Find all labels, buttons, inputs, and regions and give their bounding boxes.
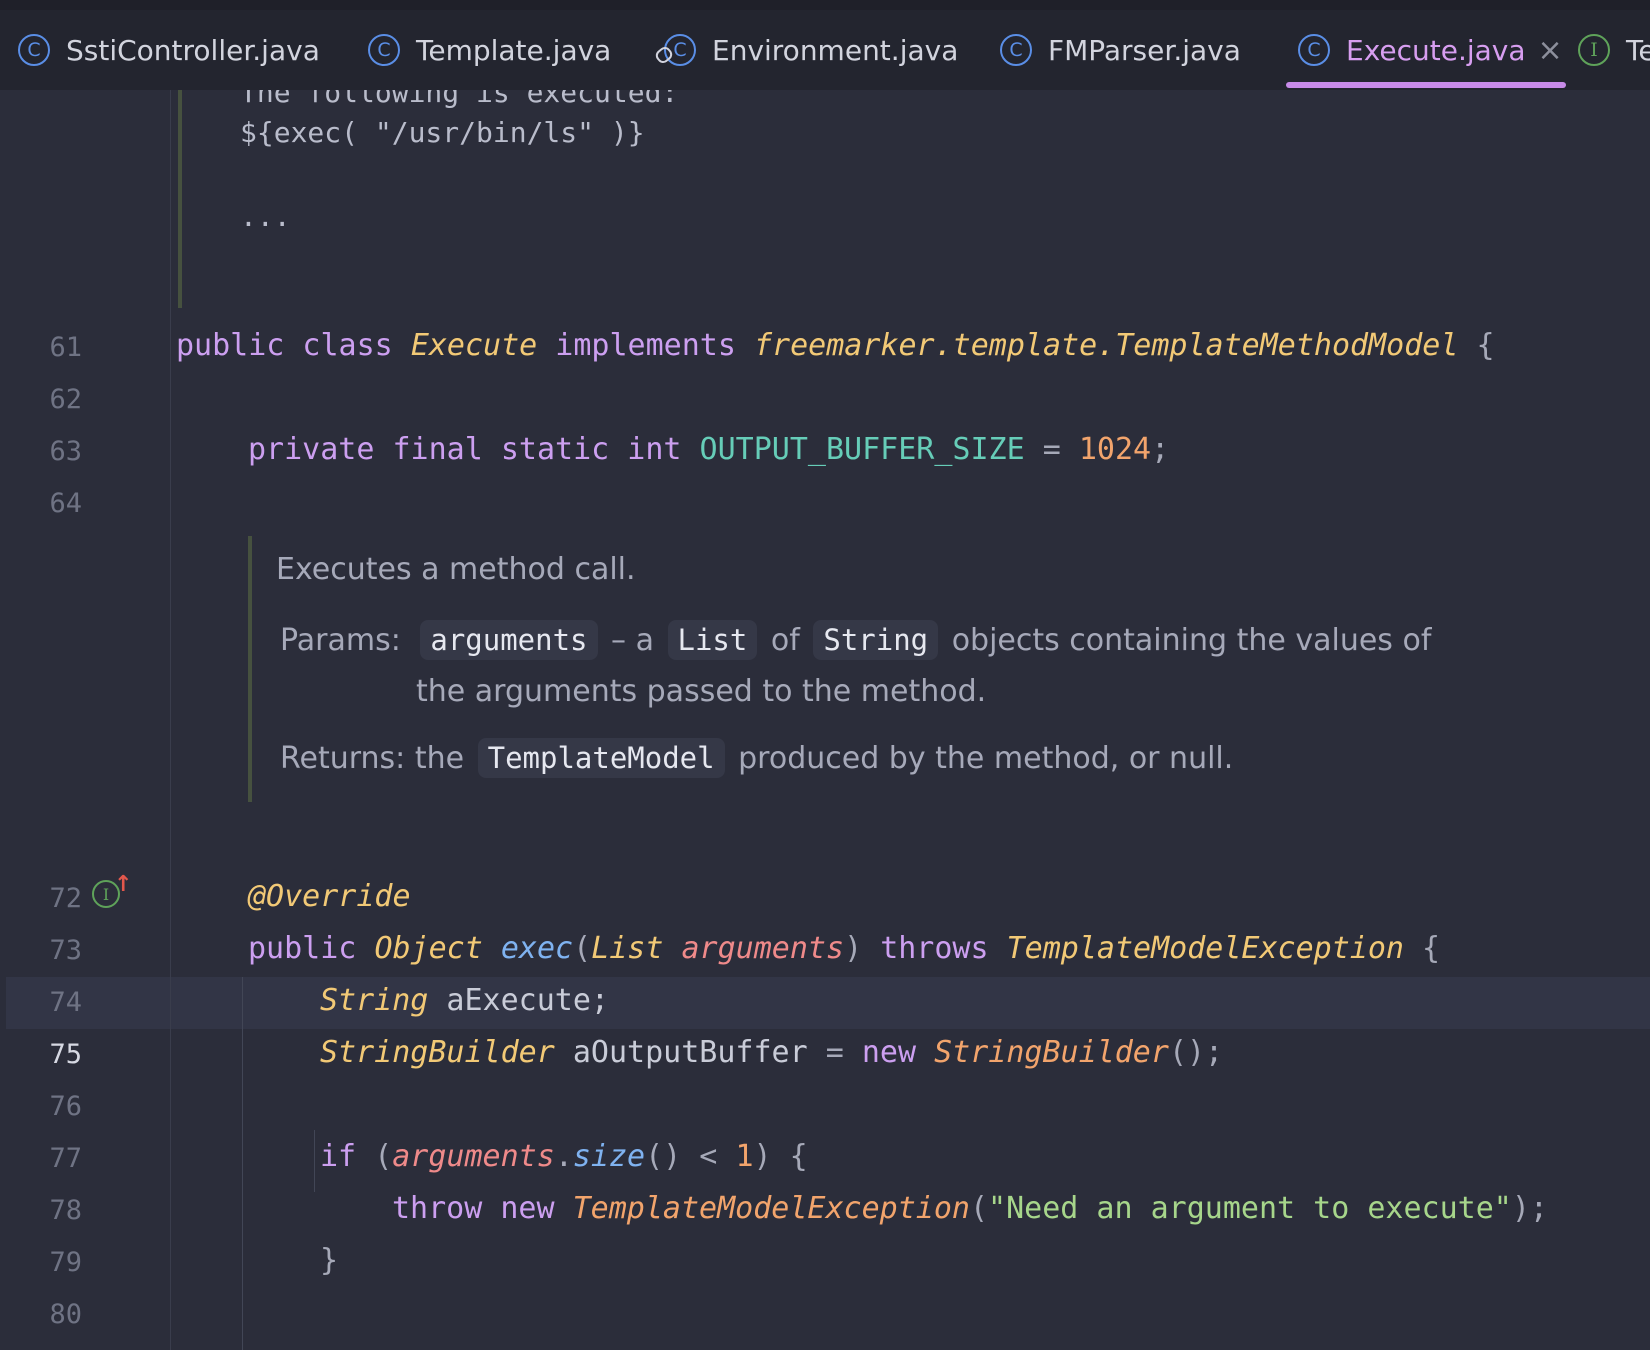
line-number: 77 [49,1143,82,1174]
tab-label: Environment.java [712,33,959,67]
code-line-77[interactable]: 77 if (arguments.size() < 1) { [0,1133,1650,1185]
javadoc-params-cont: the arguments passed to the method. [416,674,987,709]
line-number: 80 [49,1299,82,1330]
code-text: private final static int OUTPUT_BUFFER_S… [248,432,1170,467]
class-icon: C [1298,34,1330,66]
code-text: public class Execute implements freemark… [176,328,1495,363]
code-line-73[interactable]: 73 public Object exec(List arguments) th… [0,925,1650,977]
line-number: 79 [49,1247,82,1278]
code-editor[interactable]: The following is executed: ${exec( "/usr… [0,90,1650,1350]
class-icon: C [18,34,50,66]
line-number: 73 [49,935,82,966]
line-number: 63 [49,436,82,467]
code-text: } [320,1243,339,1278]
tab-label: SstiController.java [66,33,320,67]
doc-comment-line: ${exec( "/usr/bin/ls" )} [240,116,645,149]
class-icon-wrap: C [653,34,712,66]
class-icon: C [368,34,400,66]
code-chip: String [813,620,939,660]
class-icon: C [1000,34,1032,66]
tab-template-java[interactable]: C Template.java [368,12,611,88]
code-chip: TemplateModel [477,738,725,778]
tab-label: Execute.java [1346,33,1526,67]
code-line-61[interactable]: 61 public class Execute implements freem… [0,322,1650,374]
line-number: 64 [49,488,82,519]
code-line-64[interactable]: 64 [0,478,1650,530]
tab-sticontroller-java[interactable]: C SstiController.java [18,12,320,88]
line-number: 78 [49,1195,82,1226]
code-chip: List [667,620,758,660]
javadoc-params: Params: arguments – a List of String obj… [280,620,1431,660]
line-number: 61 [49,332,82,363]
code-text: StringBuilder aOutputBuffer = new String… [320,1035,1224,1070]
line-number: 72 [49,883,82,914]
title-strip [0,0,1650,10]
code-line-62[interactable]: 62 [0,374,1650,426]
line-number: 74 [49,987,82,1018]
doc-comment-line: ... [240,200,291,233]
code-text: String aExecute; [320,983,609,1018]
code-line-72[interactable]: 72 @Override [0,873,1650,925]
code-text: public Object exec(List arguments) throw… [248,931,1441,966]
tab-label: Template.java [416,33,612,67]
code-line-76[interactable]: 76 [0,1081,1650,1133]
code-line-79[interactable]: 79 } [0,1237,1650,1289]
code-line-80[interactable]: 80 [0,1289,1650,1341]
close-icon[interactable]: × [1538,33,1563,68]
doc-comment-line: The following is executed: [240,90,679,109]
code-line-81[interactable]: 81 aExecute = (String) (arguments.get(0)… [0,1341,1650,1350]
code-text: throw new TemplateModelException("Need a… [392,1191,1548,1226]
line-number: 62 [49,384,82,415]
code-line-74[interactable]: 74 String aExecute; [0,977,1650,1029]
line-number: 76 [49,1091,82,1122]
code-text: if (arguments.size() < 1) { [320,1139,808,1174]
code-text: @Override [248,879,411,914]
tab-te[interactable]: I Te [1578,12,1650,88]
line-number: 75 [49,1039,82,1070]
editor-tab-bar: C SstiController.java C Template.java C … [0,0,1650,91]
javadoc-summary: Executes a method call. [276,552,636,587]
tab-environment-java[interactable]: C Environment.java [653,12,959,88]
code-line-75[interactable]: 75 StringBuilder aOutputBuffer = new Str… [0,1029,1650,1081]
arrow-up-icon[interactable]: ↑ [114,872,132,897]
interface-icon: I [1578,34,1610,66]
code-line-63[interactable]: 63 private final static int OUTPUT_BUFFE… [0,426,1650,478]
code-line-78[interactable]: 78 throw new TemplateModelException("Nee… [0,1185,1650,1237]
tab-label: Te [1626,33,1650,67]
tab-label: FMParser.java [1048,33,1241,67]
doc-comment-bar [178,90,182,308]
javadoc-returns: Returns: the TemplateModel produced by t… [280,738,1233,778]
tab-fmparser-java[interactable]: C FMParser.java [1000,12,1241,88]
tab-execute-java[interactable]: C Execute.java × [1286,12,1566,88]
active-tab-indicator [1286,82,1566,88]
code-chip: arguments [420,620,598,660]
rendered-javadoc-bar [248,536,252,802]
